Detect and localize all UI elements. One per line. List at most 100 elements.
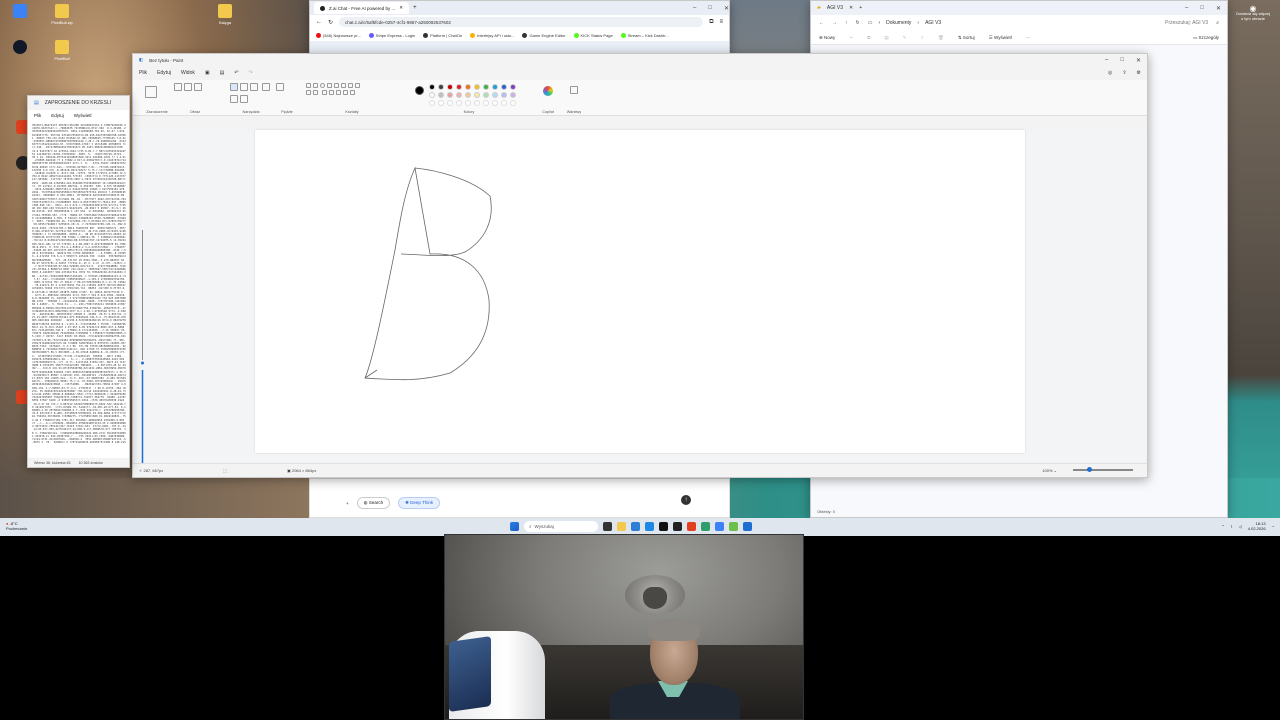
more-button[interactable]: ··· [1026, 35, 1031, 40]
color-swatch[interactable] [510, 92, 516, 98]
color-swatch[interactable] [501, 84, 507, 90]
color-swatch[interactable] [474, 92, 480, 98]
notepad-tab-title[interactable]: ZAPROSZENIE DO KRZESLI [45, 100, 111, 106]
brush-icon[interactable] [276, 83, 284, 91]
color-swatch[interactable] [429, 84, 435, 90]
network-icon[interactable]: ⌇ [1231, 524, 1233, 529]
app-icon[interactable] [701, 522, 710, 531]
breadcrumb-item[interactable]: Dokumenty [886, 20, 911, 26]
shapes-gallery[interactable] [305, 82, 365, 96]
bookmark[interactable]: Platform | ChatOn [423, 32, 462, 38]
color-swatch[interactable] [456, 84, 462, 90]
chevron-up-icon[interactable]: ⌃ [1221, 524, 1224, 529]
browser-tab[interactable]: Z.ai Chat - Free AI powered by ... ✕ [314, 2, 410, 14]
maximize-icon[interactable]: □ [1200, 5, 1204, 12]
paste-icon[interactable]: ▤ [884, 35, 888, 41]
eraser-icon[interactable] [261, 83, 270, 91]
menu-file[interactable]: Plik [34, 113, 41, 118]
shape-heart-icon[interactable] [342, 90, 348, 95]
desktop-icon-pixelbull-zip[interactable]: PixelBull.zip [47, 4, 77, 25]
attach-button[interactable]: + [346, 501, 349, 506]
minimize-icon[interactable]: – [1105, 57, 1108, 64]
explorer-tab-title[interactable]: AGI V3 [827, 5, 843, 11]
redo-icon[interactable]: ↷ [249, 70, 253, 76]
color-swatch[interactable] [492, 84, 498, 90]
select-tool-icon[interactable] [145, 86, 157, 98]
bookmark[interactable]: Game Engine Editor [522, 32, 566, 38]
close-icon[interactable]: ✕ [399, 5, 403, 11]
drawing-canvas[interactable] [255, 130, 1025, 453]
task-view-icon[interactable] [603, 522, 612, 531]
close-tab-icon[interactable]: ✕ [849, 5, 853, 11]
undo-icon[interactable]: ↶ [234, 70, 238, 76]
share-icon[interactable]: ⇪ [920, 35, 924, 41]
custom-color-swatch[interactable] [429, 100, 435, 106]
bookmark[interactable]: (546) Najnowsze pr... [316, 32, 361, 38]
open-icon[interactable]: ▤ [220, 70, 225, 76]
custom-color-swatch[interactable] [510, 100, 516, 106]
custom-color-swatch[interactable] [456, 100, 462, 106]
new-tab-button[interactable]: + [413, 5, 417, 11]
close-icon[interactable]: ✕ [1136, 57, 1141, 64]
color-swatch[interactable] [447, 84, 453, 90]
breadcrumb-item[interactable]: AGI V3 [925, 20, 941, 26]
refresh-icon[interactable]: ↻ [328, 19, 333, 26]
desktop-icon-obs[interactable] [5, 40, 35, 56]
zoom-slider[interactable] [1073, 467, 1133, 472]
minimize-icon[interactable]: – [1185, 5, 1188, 12]
paint-icon[interactable] [743, 522, 752, 531]
address-bar[interactable]: chat.z.ai/c/5af5fcde-0257-4cf1-9867-a250… [339, 17, 704, 27]
zoom-level[interactable]: 100% ⌄ [1042, 468, 1057, 473]
crop-icon[interactable] [174, 83, 182, 91]
taskbar-search[interactable]: ⌕ Wyszukaj [524, 521, 598, 532]
copilot-icon[interactable] [543, 86, 553, 96]
color-swatch[interactable] [492, 92, 498, 98]
shape-rounded-rect-icon[interactable] [334, 83, 339, 88]
color-swatch[interactable] [456, 92, 462, 98]
weather-widget[interactable]: ● -8°C Pochmurnie [6, 521, 27, 531]
color-swatch[interactable] [483, 84, 489, 90]
app-icon[interactable] [729, 522, 738, 531]
maximize-icon[interactable]: □ [1120, 57, 1124, 64]
chatgpt-icon[interactable] [673, 522, 682, 531]
new-tab-button[interactable]: + [859, 5, 862, 11]
rename-icon[interactable]: ✎ [903, 35, 907, 41]
bookmark[interactable]: Interfejsy API i usłu... [470, 32, 514, 38]
send-button[interactable]: ↑ [681, 495, 691, 505]
obs-icon[interactable] [659, 522, 668, 531]
store-icon[interactable] [631, 522, 640, 531]
refresh-icon[interactable]: ↻ [856, 20, 860, 26]
custom-color-swatch[interactable] [492, 100, 498, 106]
share-icon[interactable]: ⇪ [1122, 70, 1126, 76]
color-swatch[interactable] [483, 92, 489, 98]
shape-arrow-icon[interactable] [321, 90, 327, 95]
desktop-icon-ksiega[interactable]: Księga [210, 4, 240, 25]
shape-oval-icon[interactable] [320, 83, 325, 88]
shape-pentagon-icon[interactable] [306, 90, 311, 95]
custom-color-swatch[interactable] [447, 100, 453, 106]
magnifier-icon[interactable] [240, 95, 248, 103]
custom-color-swatch[interactable] [465, 100, 471, 106]
custom-color-swatch[interactable] [438, 100, 444, 106]
file-explorer-icon[interactable] [617, 522, 626, 531]
forward-icon[interactable]: → [832, 20, 837, 26]
search-button[interactable]: ◍ Search [356, 497, 391, 509]
start-icon[interactable] [510, 522, 519, 531]
account-icon[interactable]: ◎ [1108, 70, 1112, 76]
spotlight-info[interactable]: ◉ Dowiedz się więcej o tym obrazie [1230, 5, 1276, 22]
menu-edit[interactable]: Edytuj [51, 113, 64, 118]
color-swatch[interactable] [465, 92, 471, 98]
copy-icon[interactable]: ⧉ [867, 35, 870, 40]
notification-icon[interactable]: ◔ [1272, 524, 1274, 529]
shape-polygon-icon[interactable] [341, 83, 346, 88]
resize-icon[interactable] [184, 83, 192, 91]
text-icon[interactable] [250, 83, 258, 91]
color-swatch[interactable] [447, 92, 453, 98]
desktop-icon[interactable] [5, 4, 35, 20]
custom-color-swatch[interactable] [483, 100, 489, 106]
menu-icon[interactable]: ≡ [719, 19, 723, 25]
custom-color-swatch[interactable] [501, 100, 507, 106]
save-icon[interactable]: ▣ [205, 70, 210, 76]
brave-icon[interactable] [687, 522, 696, 531]
shape-curve-icon[interactable] [313, 83, 318, 88]
